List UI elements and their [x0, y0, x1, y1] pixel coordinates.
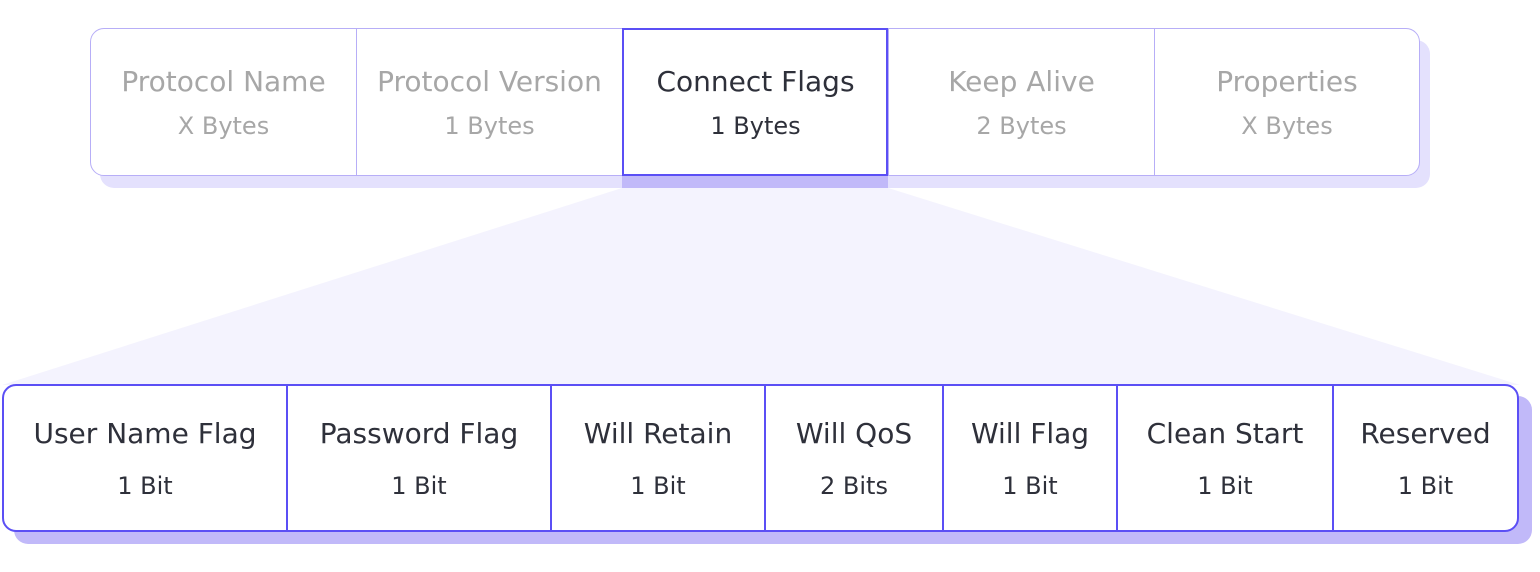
field-size: 1 Bytes — [444, 111, 535, 140]
flag-name: Will Retain — [583, 416, 733, 450]
flag-name: Clean Start — [1146, 416, 1304, 450]
field-protocol-version: Protocol Version 1 Bytes — [357, 29, 623, 175]
flag-name: Will Flag — [970, 416, 1090, 450]
flag-user-name: User Name Flag 1 Bit — [4, 386, 288, 530]
flag-size: 1 Bit — [1197, 471, 1253, 500]
flag-reserved: Reserved 1 Bit — [1334, 386, 1517, 530]
field-size: 2 Bytes — [976, 111, 1067, 140]
flag-size: 1 Bit — [1002, 471, 1058, 500]
flag-size: 1 Bit — [630, 471, 686, 500]
flag-name: Reserved — [1360, 416, 1491, 450]
flag-will-retain: Will Retain 1 Bit — [552, 386, 766, 530]
field-properties: Properties X Bytes — [1155, 29, 1419, 175]
field-protocol-name: Protocol Name X Bytes — [91, 29, 357, 175]
flag-clean-start: Clean Start 1 Bit — [1118, 386, 1334, 530]
active-field-highlight — [622, 28, 888, 176]
flag-size: 1 Bit — [391, 471, 447, 500]
field-name: Protocol Version — [377, 64, 602, 98]
active-field-shadow — [622, 176, 888, 188]
field-size: X Bytes — [1241, 111, 1333, 140]
flag-size: 1 Bit — [117, 471, 173, 500]
flag-password: Password Flag 1 Bit — [288, 386, 552, 530]
flag-will-qos: Will QoS 2 Bits — [766, 386, 944, 530]
field-name: Properties — [1216, 64, 1358, 98]
flag-name: User Name Flag — [33, 416, 257, 450]
field-name: Keep Alive — [948, 64, 1095, 98]
field-keep-alive: Keep Alive 2 Bytes — [889, 29, 1155, 175]
flag-name: Password Flag — [319, 416, 519, 450]
connect-flags-bits: User Name Flag 1 Bit Password Flag 1 Bit… — [2, 384, 1519, 532]
flag-name: Will QoS — [795, 416, 913, 450]
flag-will-flag: Will Flag 1 Bit — [944, 386, 1118, 530]
flag-size: 2 Bits — [820, 471, 888, 500]
flag-size: 1 Bit — [1397, 471, 1454, 500]
field-name: Protocol Name — [121, 64, 326, 98]
field-size: X Bytes — [177, 111, 270, 140]
